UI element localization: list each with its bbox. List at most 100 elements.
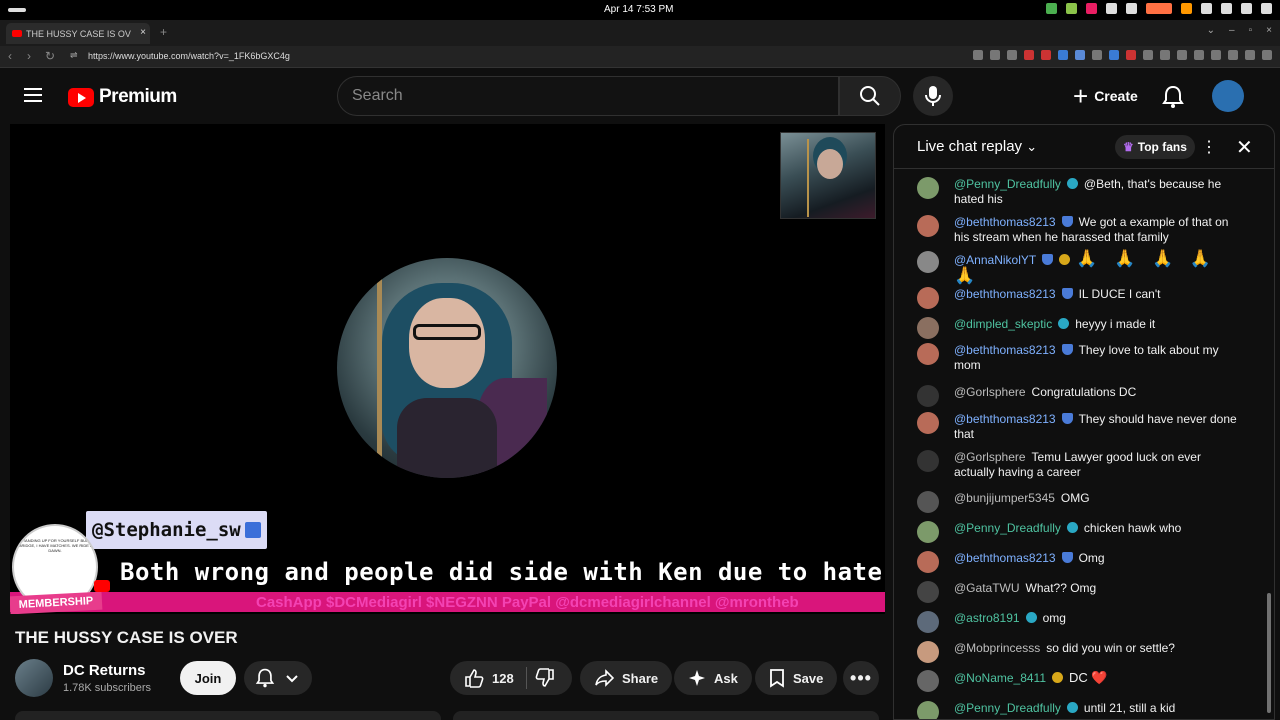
- author-name[interactable]: @beththomas8213: [954, 551, 1056, 565]
- avatar[interactable]: [917, 385, 939, 407]
- extension-icon[interactable]: [1041, 50, 1051, 60]
- avatar[interactable]: [917, 251, 939, 273]
- chat-more-options-icon[interactable]: ⋮: [1201, 137, 1217, 157]
- zoom-icon[interactable]: [990, 50, 1000, 60]
- extension-icon[interactable]: [1160, 50, 1170, 60]
- search-button[interactable]: [839, 76, 901, 116]
- avatar[interactable]: [917, 521, 939, 543]
- tray-recording-icon[interactable]: [1146, 3, 1172, 14]
- reload-icon[interactable]: ↻: [45, 49, 55, 63]
- author-name[interactable]: @GataTWU: [954, 581, 1020, 595]
- voice-search-button[interactable]: [913, 76, 953, 116]
- forward-icon[interactable]: ›: [27, 49, 31, 63]
- author-name[interactable]: @beththomas8213: [954, 412, 1056, 426]
- tray-app-icon[interactable]: [1086, 3, 1097, 14]
- guide-menu-icon[interactable]: [24, 88, 42, 102]
- volume-icon[interactable]: [1221, 3, 1232, 14]
- site-info-icon[interactable]: ⇌: [70, 50, 78, 61]
- create-button[interactable]: + Create: [1063, 76, 1152, 116]
- thumbs-up-icon[interactable]: [464, 668, 484, 688]
- like-count[interactable]: 128: [492, 671, 514, 686]
- extension-icon[interactable]: [1075, 50, 1085, 60]
- search-input[interactable]: [352, 87, 822, 105]
- tab-list-icon[interactable]: ⌄: [1207, 25, 1215, 36]
- channel-name[interactable]: DC Returns: [63, 662, 146, 679]
- author-name[interactable]: @AnnaNikolYT: [954, 253, 1036, 267]
- author-name[interactable]: @astro8191: [954, 611, 1020, 625]
- youtube-premium-logo[interactable]: Premium: [68, 86, 177, 108]
- system-clock[interactable]: Apr 14 7:53 PM: [604, 4, 673, 15]
- join-button[interactable]: Join: [180, 661, 236, 695]
- save-button[interactable]: Save: [755, 661, 838, 695]
- author-name[interactable]: @dimpled_skeptic: [954, 317, 1052, 331]
- avatar[interactable]: [917, 450, 939, 472]
- author-name[interactable]: @Penny_Dreadfully: [954, 701, 1061, 715]
- chat-scrollbar[interactable]: [1267, 173, 1271, 713]
- account-avatar[interactable]: [1212, 80, 1244, 112]
- author-name[interactable]: @NoName_8411: [954, 671, 1046, 685]
- author-name[interactable]: @beththomas8213: [954, 343, 1056, 357]
- author-name[interactable]: @beththomas8213: [954, 215, 1056, 229]
- extension-icon[interactable]: [1126, 50, 1136, 60]
- author-name[interactable]: @Gorlsphere: [954, 385, 1026, 399]
- subscription-notifications-button[interactable]: [244, 661, 312, 695]
- channel-watermark-image[interactable]: [780, 132, 876, 219]
- avatar[interactable]: [917, 611, 939, 633]
- avatar[interactable]: [917, 343, 939, 365]
- url-field[interactable]: https://www.youtube.com/watch?v=_1FK6bGX…: [88, 51, 290, 61]
- author-name[interactable]: @Mobprincesss: [954, 641, 1040, 655]
- extension-icon[interactable]: [1024, 50, 1034, 60]
- downloads-icon[interactable]: [1228, 50, 1238, 60]
- tray-app-icon[interactable]: [1126, 3, 1137, 14]
- avatar[interactable]: [917, 551, 939, 573]
- chat-mode-dropdown[interactable]: Live chat replay ⌄: [917, 138, 1037, 155]
- avatar[interactable]: [917, 317, 939, 339]
- thumbs-down-icon[interactable]: [535, 668, 555, 688]
- author-name[interactable]: @Penny_Dreadfully: [954, 177, 1061, 191]
- author-name[interactable]: @Gorlsphere: [954, 450, 1026, 464]
- avatar[interactable]: [917, 670, 939, 692]
- notifications-bell-icon[interactable]: [1160, 84, 1186, 110]
- avatar[interactable]: [917, 581, 939, 603]
- power-icon[interactable]: [1261, 3, 1272, 14]
- more-actions-button[interactable]: •••: [843, 661, 879, 695]
- menu-icon[interactable]: [1262, 50, 1272, 60]
- network-icon[interactable]: [1201, 3, 1212, 14]
- avatar[interactable]: [917, 412, 939, 434]
- avatar[interactable]: [917, 215, 939, 237]
- avatar[interactable]: [917, 641, 939, 663]
- sidebar-icon[interactable]: [1194, 50, 1204, 60]
- top-fans-button[interactable]: ♛ Top fans: [1115, 135, 1195, 159]
- new-tab-button[interactable]: +: [160, 25, 167, 39]
- tray-app-icon[interactable]: [1066, 3, 1077, 14]
- tray-app-icon[interactable]: [1046, 3, 1057, 14]
- scrollbar-thumb[interactable]: [1267, 593, 1271, 713]
- cast-icon[interactable]: [1007, 50, 1017, 60]
- extension-icon[interactable]: [1092, 50, 1102, 60]
- browser-tab[interactable]: THE HUSSY CASE IS OV ×: [6, 23, 150, 44]
- video-player[interactable]: @Stephanie_sw Both wrong and people did …: [10, 124, 885, 614]
- author-name[interactable]: @beththomas8213: [954, 287, 1056, 301]
- install-app-icon[interactable]: [973, 50, 983, 60]
- avatar[interactable]: [917, 491, 939, 513]
- avatar[interactable]: [917, 701, 939, 719]
- bookmark-icon[interactable]: [1211, 50, 1221, 60]
- battery-icon[interactable]: [1241, 3, 1252, 14]
- minimize-icon[interactable]: –: [1229, 25, 1235, 36]
- close-window-icon[interactable]: ×: [1266, 25, 1272, 36]
- extension-icon[interactable]: [1177, 50, 1187, 60]
- extension-icon[interactable]: [1058, 50, 1068, 60]
- maximize-icon[interactable]: ▫: [1249, 25, 1253, 36]
- avatar[interactable]: [917, 177, 939, 199]
- avatar[interactable]: [917, 287, 939, 309]
- back-icon[interactable]: ‹: [8, 49, 12, 63]
- tray-app-icon[interactable]: [1106, 3, 1117, 14]
- extension-icon[interactable]: [1109, 50, 1119, 60]
- author-name[interactable]: @bunjijumper5345: [954, 491, 1055, 505]
- author-name[interactable]: @Penny_Dreadfully: [954, 521, 1061, 535]
- close-tab-icon[interactable]: ×: [140, 27, 146, 38]
- share-button[interactable]: Share: [580, 661, 673, 695]
- microphone-icon[interactable]: [1181, 3, 1192, 14]
- extension-icon[interactable]: [1143, 50, 1153, 60]
- activities-indicator[interactable]: [8, 8, 26, 12]
